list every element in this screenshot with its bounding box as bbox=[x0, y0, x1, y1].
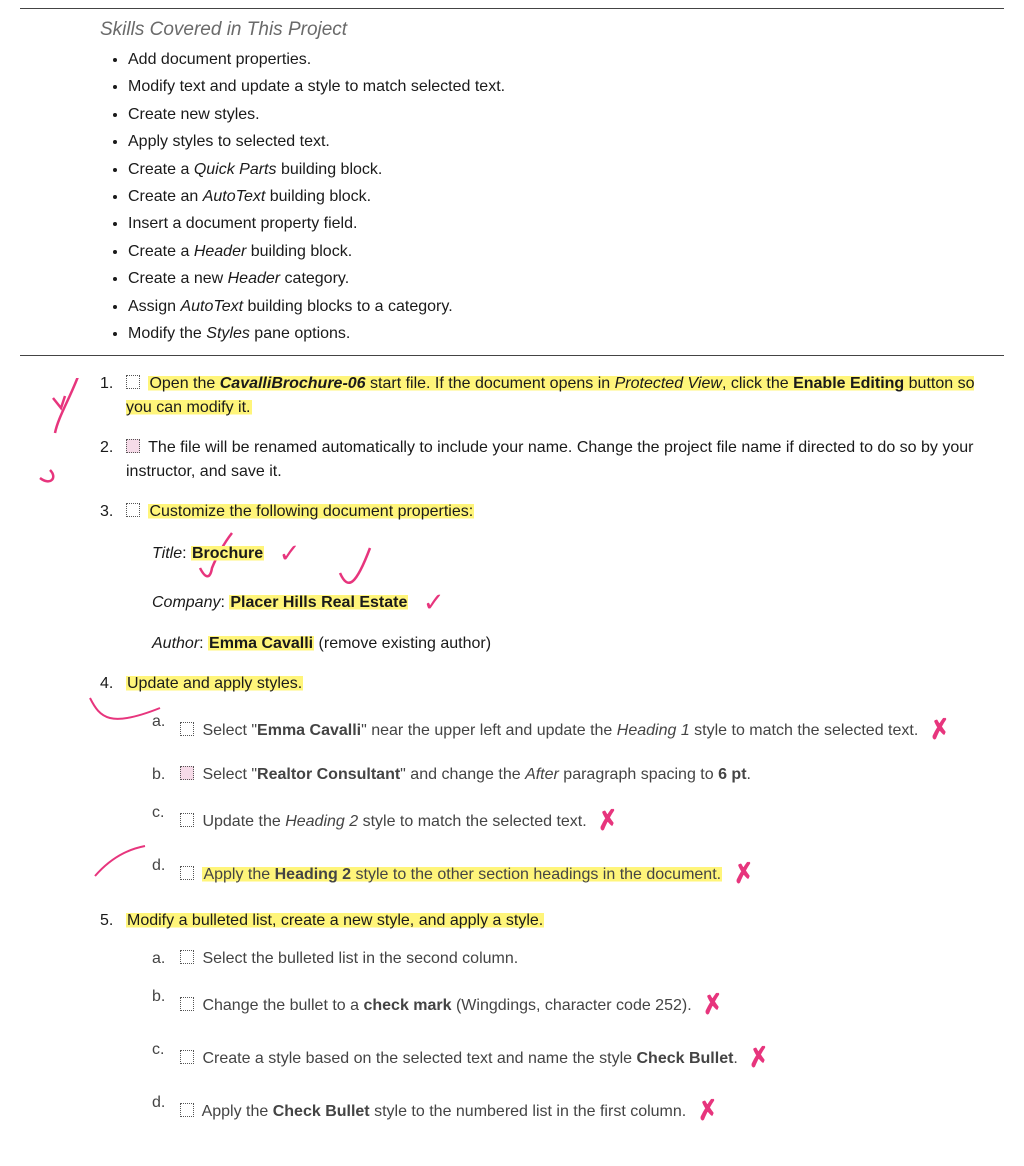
x-mark-icon: ✗ bbox=[926, 709, 953, 751]
tick-mark-icon: ✓ bbox=[423, 583, 445, 622]
substep: Apply the Heading 2 style to the other s… bbox=[152, 854, 1004, 893]
substep: Select "Realtor Consultant" and change t… bbox=[152, 763, 1004, 787]
skill-item: Create an AutoText building block. bbox=[128, 186, 1004, 208]
step-4: Update and apply styles. Select "Emma Ca… bbox=[100, 672, 1004, 893]
skill-item: Assign AutoText building blocks to a cat… bbox=[128, 296, 1004, 318]
x-mark-icon: ✗ bbox=[595, 800, 622, 842]
skill-item: Create new styles. bbox=[128, 104, 1004, 126]
skill-item: Create a Quick Parts building block. bbox=[128, 159, 1004, 181]
substeps: Select "Emma Cavalli" near the upper lef… bbox=[152, 710, 1004, 893]
skills-list: Add document properties. Modify text and… bbox=[100, 49, 1004, 345]
skill-item: Modify text and update a style to match … bbox=[128, 76, 1004, 98]
x-mark-icon: ✗ bbox=[730, 853, 757, 895]
skill-item: Add document properties. bbox=[128, 49, 1004, 71]
document-page: Skills Covered in This Project Add docum… bbox=[0, 8, 1024, 1166]
substep: Create a style based on the selected tex… bbox=[152, 1038, 1004, 1077]
checkbox-icon bbox=[180, 1050, 194, 1064]
substep: Update the Heading 2 style to match the … bbox=[152, 801, 1004, 840]
substeps: Select the bulleted list in the second c… bbox=[152, 947, 1004, 1130]
property-row: Company: Placer Hills Real Estate ✓ bbox=[152, 583, 1004, 622]
checkbox-icon bbox=[180, 766, 194, 780]
checkbox-icon bbox=[180, 813, 194, 827]
skills-heading: Skills Covered in This Project bbox=[100, 19, 1004, 41]
step-3: Customize the following document propert… bbox=[100, 500, 1004, 656]
mid-rule bbox=[20, 355, 1004, 356]
step-5: Modify a bulleted list, create a new sty… bbox=[100, 909, 1004, 1130]
checkbox-icon bbox=[126, 439, 140, 453]
checkbox-icon bbox=[126, 503, 140, 517]
property-row: Title: Brochure ✓ bbox=[152, 534, 1004, 573]
skill-item: Apply styles to selected text. bbox=[128, 131, 1004, 153]
skill-item: Modify the Styles pane options. bbox=[128, 323, 1004, 345]
checkbox-icon bbox=[126, 375, 140, 389]
substep: Change the bullet to a check mark (Wingd… bbox=[152, 985, 1004, 1024]
substep: Select the bulleted list in the second c… bbox=[152, 947, 1004, 971]
checkbox-icon bbox=[180, 866, 194, 880]
property-row: Author: Emma Cavalli (remove existing au… bbox=[152, 632, 1004, 656]
skill-item: Insert a document property field. bbox=[128, 213, 1004, 235]
step-2: The file will be renamed automatically t… bbox=[100, 436, 1004, 484]
checkbox-icon bbox=[180, 997, 194, 1011]
step-1: Open the CavalliBrochure-06 start file. … bbox=[100, 372, 1004, 420]
x-mark-icon: ✗ bbox=[700, 984, 727, 1026]
checkbox-icon bbox=[180, 1103, 194, 1117]
top-rule bbox=[20, 8, 1004, 9]
substep: Select "Emma Cavalli" near the upper lef… bbox=[152, 710, 1004, 749]
substep: Apply the Check Bullet style to the numb… bbox=[152, 1091, 1004, 1130]
checkbox-icon bbox=[180, 722, 194, 736]
checkbox-icon bbox=[180, 950, 194, 964]
x-mark-icon: ✗ bbox=[746, 1037, 773, 1079]
skill-item: Create a Header building block. bbox=[128, 241, 1004, 263]
tick-mark-icon: ✓ bbox=[279, 534, 301, 573]
steps-list: Open the CavalliBrochure-06 start file. … bbox=[100, 372, 1004, 1130]
skill-item: Create a new Header category. bbox=[128, 268, 1004, 290]
x-mark-icon: ✗ bbox=[694, 1090, 721, 1132]
